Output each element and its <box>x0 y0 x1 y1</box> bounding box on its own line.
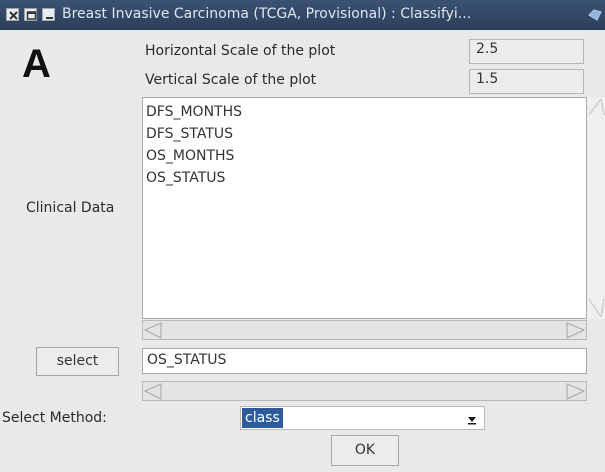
window-title: Breast Invasive Carcinoma (TCGA, Provisi… <box>62 6 472 22</box>
list-item[interactable]: OS_MONTHS <box>146 145 242 167</box>
title-bar[interactable]: Breast Invasive Carcinoma (TCGA, Provisi… <box>0 0 605 30</box>
list-vertical-scrollbar[interactable] <box>587 97 605 319</box>
scroll-left-arrow-icon[interactable] <box>143 383 162 400</box>
select-method-label: Select Method: <box>2 410 107 426</box>
ok-button[interactable]: OK <box>331 435 399 466</box>
vertical-scale-field[interactable]: 1.5 <box>469 69 584 94</box>
select-method-dropdown[interactable]: class <box>240 406 485 430</box>
scroll-left-arrow-icon[interactable] <box>143 322 162 339</box>
list-item[interactable]: OS_STATUS <box>146 167 242 189</box>
dropdown-arrow-icon[interactable] <box>466 415 478 425</box>
scroll-down-arrow-icon[interactable] <box>588 298 605 318</box>
list-item[interactable]: DFS_STATUS <box>146 123 242 145</box>
app-icon <box>588 9 602 21</box>
scroll-right-arrow-icon[interactable] <box>566 383 586 400</box>
clinical-data-list[interactable]: DFS_MONTHS DFS_STATUS OS_MONTHS OS_STATU… <box>142 97 587 319</box>
list-item[interactable]: DFS_MONTHS <box>146 101 242 123</box>
select-button[interactable]: select <box>36 347 119 376</box>
field-horizontal-scrollbar[interactable] <box>142 381 587 401</box>
horizontal-scale-label: Horizontal Scale of the plot <box>145 43 336 59</box>
clinical-data-label: Clinical Data <box>26 200 115 216</box>
vertical-scale-label: Vertical Scale of the plot <box>145 72 317 88</box>
list-horizontal-scrollbar[interactable] <box>142 320 587 340</box>
dialog-window: Breast Invasive Carcinoma (TCGA, Provisi… <box>0 0 605 472</box>
selected-clinical-field[interactable]: OS_STATUS <box>142 348 587 374</box>
panel-letter: A <box>22 42 51 86</box>
dialog-content: A Horizontal Scale of the plot 2.5 Verti… <box>0 30 605 472</box>
maximize-icon[interactable] <box>24 8 37 21</box>
scroll-up-arrow-icon[interactable] <box>588 98 605 116</box>
minimize-icon[interactable] <box>42 8 55 21</box>
scroll-right-arrow-icon[interactable] <box>566 322 586 339</box>
select-method-value: class <box>242 408 283 428</box>
horizontal-scale-field[interactable]: 2.5 <box>469 39 584 64</box>
close-icon[interactable] <box>6 8 19 21</box>
